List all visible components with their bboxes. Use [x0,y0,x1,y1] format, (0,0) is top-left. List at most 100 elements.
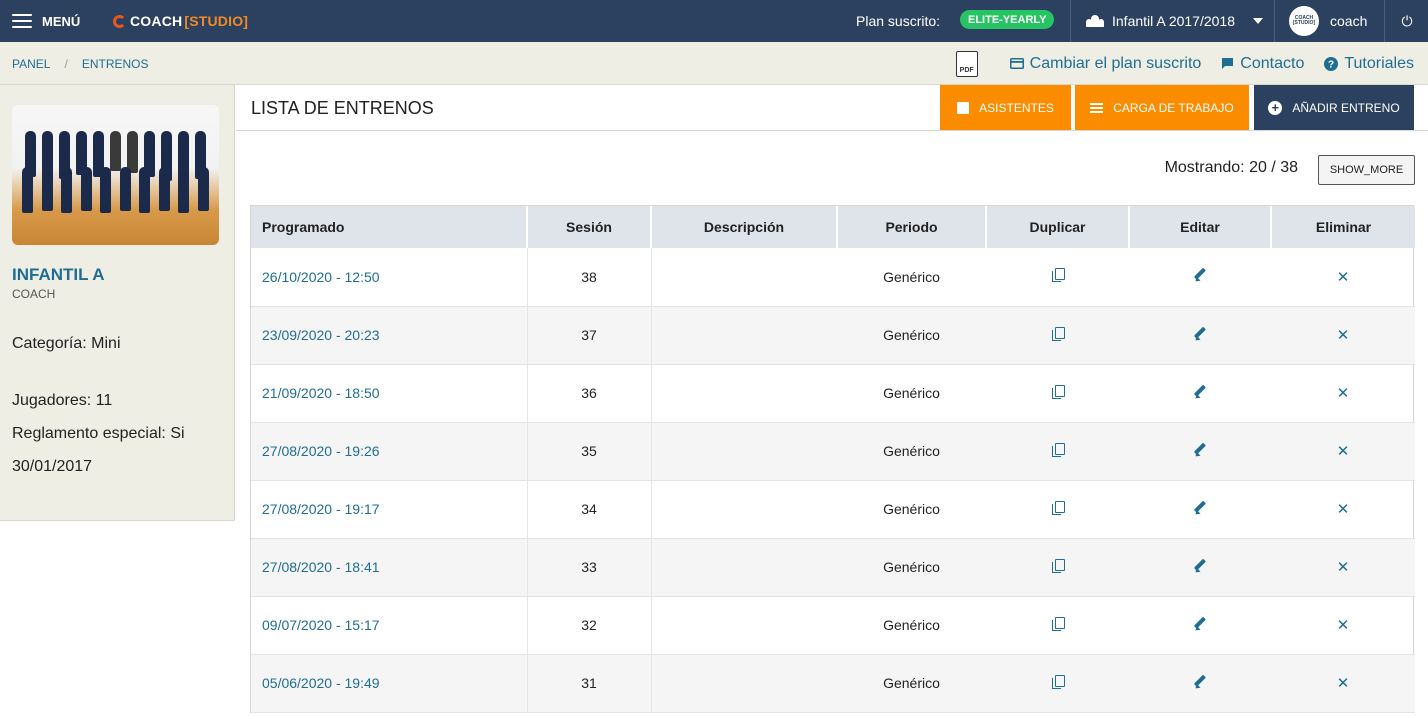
duplicate-icon[interactable] [1051,500,1065,515]
header-eliminar: Eliminar [1271,206,1415,248]
cell-sesion: 34 [526,480,652,539]
cell-programado[interactable]: 05/06/2020 - 19:49 [251,654,527,713]
user-menu[interactable]: COACH [STUDIO] coach [1289,0,1367,42]
edit-icon[interactable] [1193,443,1207,457]
cell-eliminar: ✕ [1271,248,1415,307]
delete-icon[interactable]: ✕ [1337,386,1350,401]
main-header: LISTA DE ENTRENOS ASISTENTES CARGA DE TR… [236,85,1428,131]
duplicate-icon[interactable] [1051,268,1065,283]
power-icon: ⏻ [1401,12,1413,29]
pdf-label: PDF [959,66,974,74]
logout-button[interactable]: ⏻ [1398,0,1416,42]
attendees-label: ASISTENTES [979,100,1054,115]
cell-programado[interactable]: 09/07/2020 - 15:17 [251,596,527,655]
edit-icon[interactable] [1193,501,1207,515]
delete-icon[interactable]: ✕ [1337,444,1350,459]
cell-editar [1129,364,1271,423]
team-date: 30/01/2017 [12,458,93,475]
cell-duplicar [986,248,1129,307]
duplicate-icon[interactable] [1051,558,1065,573]
plan-label: Plan suscrito: [856,13,941,29]
table-row: 23/09/2020 - 20:23 37 Genérico ✕ [251,306,1415,365]
cell-periodo: Genérico [837,538,986,597]
edit-icon[interactable] [1193,559,1207,573]
team-photo [12,105,219,245]
workload-button[interactable]: CARGA DE TRABAJO [1075,85,1249,130]
change-plan-link[interactable]: Cambiar el plan suscrito [1009,55,1201,73]
duplicate-icon[interactable] [1051,616,1065,631]
cell-descripcion [651,596,837,655]
breadcrumb-panel[interactable]: PANEL [12,57,50,71]
breadcrumb-entrenos[interactable]: ENTRENOS [82,57,149,71]
cell-duplicar [986,422,1129,481]
delete-icon[interactable]: ✕ [1337,618,1350,633]
header-sesion[interactable]: Sesión [527,206,652,248]
cell-eliminar: ✕ [1271,364,1415,423]
cell-duplicar [986,538,1129,597]
duplicate-icon[interactable] [1051,674,1065,689]
edit-icon[interactable] [1193,385,1207,399]
delete-icon[interactable]: ✕ [1337,328,1350,343]
cell-eliminar: ✕ [1271,596,1415,655]
header-periodo[interactable]: Periodo [837,206,987,248]
duplicate-icon[interactable] [1051,326,1065,341]
cell-duplicar [986,654,1129,713]
cell-eliminar: ✕ [1271,654,1415,713]
delete-icon[interactable]: ✕ [1337,676,1350,691]
topbar-divider [1384,0,1385,42]
cell-editar [1129,422,1271,481]
delete-icon[interactable]: ✕ [1337,502,1350,517]
header-programado[interactable]: Programado [251,206,528,248]
help-icon: ? [1324,56,1339,71]
delete-icon[interactable]: ✕ [1337,270,1350,285]
cell-programado[interactable]: 26/10/2020 - 12:50 [251,248,527,307]
cell-editar [1129,596,1271,655]
add-training-button[interactable]: + AÑADIR ENTRENO [1254,85,1414,130]
cell-periodo: Genérico [837,248,986,307]
header-descripcion[interactable]: Descripción [651,206,838,248]
cell-sesion: 35 [526,422,652,481]
show-more-button[interactable]: SHOW_MORE [1318,155,1415,185]
cell-programado[interactable]: 23/09/2020 - 20:23 [251,306,527,365]
pdf-export-icon[interactable]: PDF [955,50,978,77]
table-row: 21/09/2020 - 18:50 36 Genérico ✕ [251,364,1415,423]
delete-icon[interactable]: ✕ [1337,560,1350,575]
attendees-button[interactable]: ASISTENTES [940,85,1071,130]
hamburger-icon [12,14,32,28]
cell-descripcion [651,306,837,365]
team-selector[interactable]: Infantil A 2017/2018 [1086,0,1263,42]
cell-eliminar: ✕ [1271,538,1415,597]
cell-programado[interactable]: 27/08/2020 - 18:41 [251,538,527,597]
cell-sesion: 38 [526,248,652,307]
team-players: Jugadores: 11 [12,392,113,409]
topbar-divider [1070,0,1071,42]
showing-count: Mostrando: 20 / 38 [1164,159,1298,176]
cell-duplicar [986,364,1129,423]
menu-button[interactable]: MENÚ [12,0,80,42]
cell-programado[interactable]: 27/08/2020 - 19:17 [251,480,527,539]
contact-link[interactable]: Contacto [1221,55,1304,73]
edit-icon[interactable] [1193,675,1207,689]
cell-sesion: 31 [526,654,652,713]
edit-icon[interactable] [1193,268,1207,282]
duplicate-icon[interactable] [1051,384,1065,399]
cell-sesion: 36 [526,364,652,423]
cell-programado[interactable]: 27/08/2020 - 19:26 [251,422,527,481]
plan-badge: ELITE-YEARLY [960,10,1055,29]
cell-periodo: Genérico [837,306,986,365]
add-training-label: AÑADIR ENTRENO [1292,100,1400,115]
cell-editar [1129,306,1271,365]
table-row: 09/07/2020 - 15:17 32 Genérico ✕ [251,596,1415,655]
edit-icon[interactable] [1193,327,1207,341]
tutorials-link[interactable]: ? Tutoriales [1324,55,1414,73]
edit-icon[interactable] [1193,617,1207,631]
team-role: COACH [12,287,56,301]
app-logo[interactable]: COACH [STUDIO] [113,0,248,42]
duplicate-icon[interactable] [1051,442,1065,457]
cell-programado[interactable]: 21/09/2020 - 18:50 [251,364,527,423]
contact-card-icon [957,101,970,114]
toolbar-links: PDF Cambiar el plan suscrito Contacto ? … [955,42,1414,85]
cell-descripcion [651,248,837,307]
chat-icon [1222,58,1234,69]
workload-label: CARGA DE TRABAJO [1113,100,1234,115]
